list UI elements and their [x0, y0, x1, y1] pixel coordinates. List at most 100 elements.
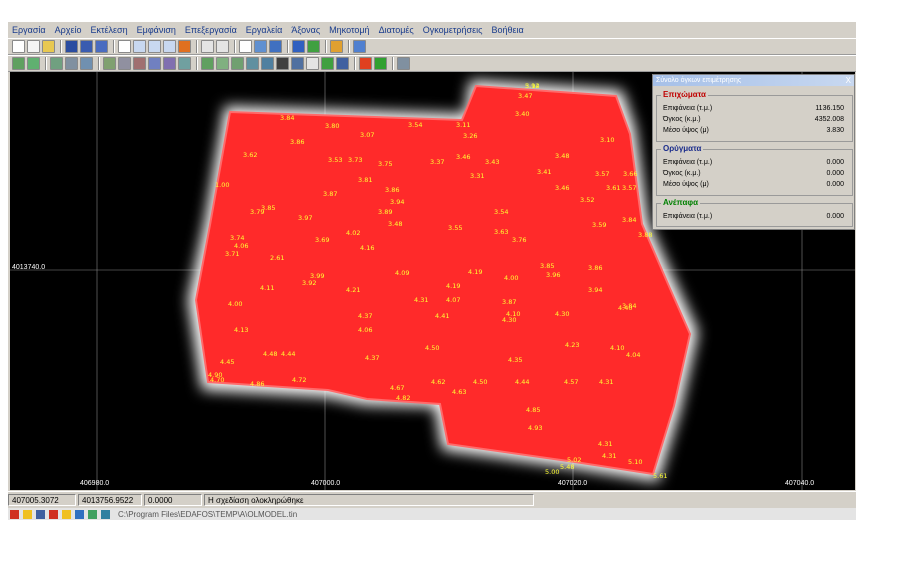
elevation-label: 3.86 [290, 138, 304, 146]
window-icon[interactable] [36, 509, 45, 519]
save-icon[interactable] [65, 40, 78, 53]
fill-area-label: Επιφάνεια (τ.μ.) [663, 105, 713, 112]
report-icon[interactable] [216, 57, 229, 70]
map-icon[interactable] [12, 57, 25, 70]
undo-icon[interactable] [201, 40, 214, 53]
save-as-icon[interactable] [80, 40, 93, 53]
elevation-label: 4.04 [626, 351, 640, 359]
profile-icon[interactable] [163, 57, 176, 70]
graph-icon[interactable] [231, 57, 244, 70]
table-icon[interactable] [239, 40, 252, 53]
elevation-label: 4.86 [250, 380, 264, 388]
menu-view[interactable]: Εμφάνιση [137, 25, 176, 35]
elevation-label: 4.13 [234, 326, 248, 334]
volume-icon[interactable] [133, 57, 146, 70]
elevation-label: 3.69 [315, 236, 329, 244]
y-axis-label: 4013740.0 [12, 264, 46, 271]
terrain-icon[interactable] [27, 57, 40, 70]
elevation-label: 3.85 [540, 262, 554, 270]
menu-help[interactable]: Βοήθεια [491, 25, 523, 35]
elevation-label: 4.44 [515, 378, 529, 386]
contour-icon[interactable] [65, 57, 78, 70]
elevation-label: 4.44 [281, 350, 295, 358]
new-document-icon[interactable] [27, 40, 40, 53]
elevation-label: 3.10 [600, 136, 614, 144]
menu-volumes[interactable]: Ογκομετρήσεις [423, 25, 483, 35]
calculator-icon[interactable] [307, 40, 320, 53]
section-icon[interactable] [148, 57, 161, 70]
elevation-label: 5.12 [525, 82, 539, 90]
close-icon[interactable]: X [846, 75, 851, 86]
new-file-icon[interactable] [12, 40, 25, 53]
elevation-label: 4.35 [508, 356, 522, 364]
elevation-label: 4.31 [602, 452, 616, 460]
slope-icon[interactable] [178, 57, 191, 70]
x-axis-label-2: 407000.0 [311, 480, 341, 487]
redo-icon[interactable] [216, 40, 229, 53]
elevation-label: 3.71 [225, 250, 239, 258]
elevation-label: 3.54 [408, 121, 422, 129]
elevation-label: 3.46 [555, 184, 569, 192]
grid-icon[interactable] [50, 57, 63, 70]
elevation-label: 3.40 [515, 110, 529, 118]
brush-icon[interactable] [330, 40, 343, 53]
menu-sections[interactable]: Διατομές [379, 25, 414, 35]
elevation-label: 3.81 [358, 176, 372, 184]
elevation-label: 3.73 [348, 156, 362, 164]
elevation-label: 3.48 [555, 152, 569, 160]
menu-tools[interactable]: Εργαλεία [246, 25, 283, 35]
forward-arrow-icon[interactable] [49, 509, 58, 519]
zoom-out-icon[interactable] [148, 40, 161, 53]
measure-icon[interactable] [103, 57, 116, 70]
elevation-label: 4.30 [502, 316, 516, 324]
save-all-icon[interactable] [95, 40, 108, 53]
monitor-icon[interactable] [75, 509, 84, 519]
draw-line-icon[interactable] [306, 57, 319, 70]
minus-icon[interactable] [359, 57, 372, 70]
menu-profile[interactable]: Μηκοτομή [329, 25, 369, 35]
zoom-window-icon[interactable] [163, 40, 176, 53]
elevation-label: 4.31 [599, 378, 613, 386]
point-icon[interactable] [353, 40, 366, 53]
separator [60, 40, 62, 53]
pan-icon[interactable] [178, 40, 191, 53]
chart-icon[interactable] [201, 57, 214, 70]
zoom-in-icon[interactable] [133, 40, 146, 53]
elevation-label: 4.31 [414, 296, 428, 304]
elevation-label: 3.74 [230, 234, 244, 242]
separator [113, 40, 115, 53]
fill-height-row: Μέσο ύψος (μ) 3.830 [663, 127, 844, 134]
settings-icon[interactable] [292, 40, 305, 53]
separator [392, 57, 394, 70]
select-window-icon[interactable] [118, 40, 131, 53]
polyline-icon[interactable] [291, 57, 304, 70]
plot-icon[interactable] [336, 57, 349, 70]
export-icon[interactable] [246, 57, 259, 70]
menu-work[interactable]: Εργασία [12, 25, 46, 35]
menu-file[interactable]: Αρχείο [55, 25, 82, 35]
star-icon[interactable] [62, 509, 71, 519]
elevation-label: 4.00 [504, 274, 518, 282]
elevation-label: 3.07 [360, 131, 374, 139]
layers-icon[interactable] [254, 40, 267, 53]
elevation-label: 3.87 [502, 298, 516, 306]
area-icon[interactable] [118, 57, 131, 70]
fill-icon[interactable] [321, 57, 334, 70]
map-icon[interactable] [88, 509, 97, 519]
import-icon[interactable] [261, 57, 274, 70]
layers-icon[interactable] [101, 509, 110, 519]
menu-axis[interactable]: Άξονας [291, 25, 320, 35]
star-icon[interactable] [23, 509, 32, 519]
open-folder-icon[interactable] [42, 40, 55, 53]
hatch-icon[interactable] [276, 57, 289, 70]
status-y-coordinate: 4013756.9522 [78, 494, 142, 506]
elevation-label: 4.62 [431, 378, 445, 386]
menu-run[interactable]: Εκτέλεση [90, 25, 127, 35]
plus-icon[interactable] [374, 57, 387, 70]
elevation-label: 3.37 [430, 158, 444, 166]
back-arrow-icon[interactable] [10, 509, 19, 519]
image-icon[interactable] [269, 40, 282, 53]
triangles-icon[interactable] [80, 57, 93, 70]
menu-edit[interactable]: Επεξεργασία [185, 25, 237, 35]
print-icon[interactable] [397, 57, 410, 70]
